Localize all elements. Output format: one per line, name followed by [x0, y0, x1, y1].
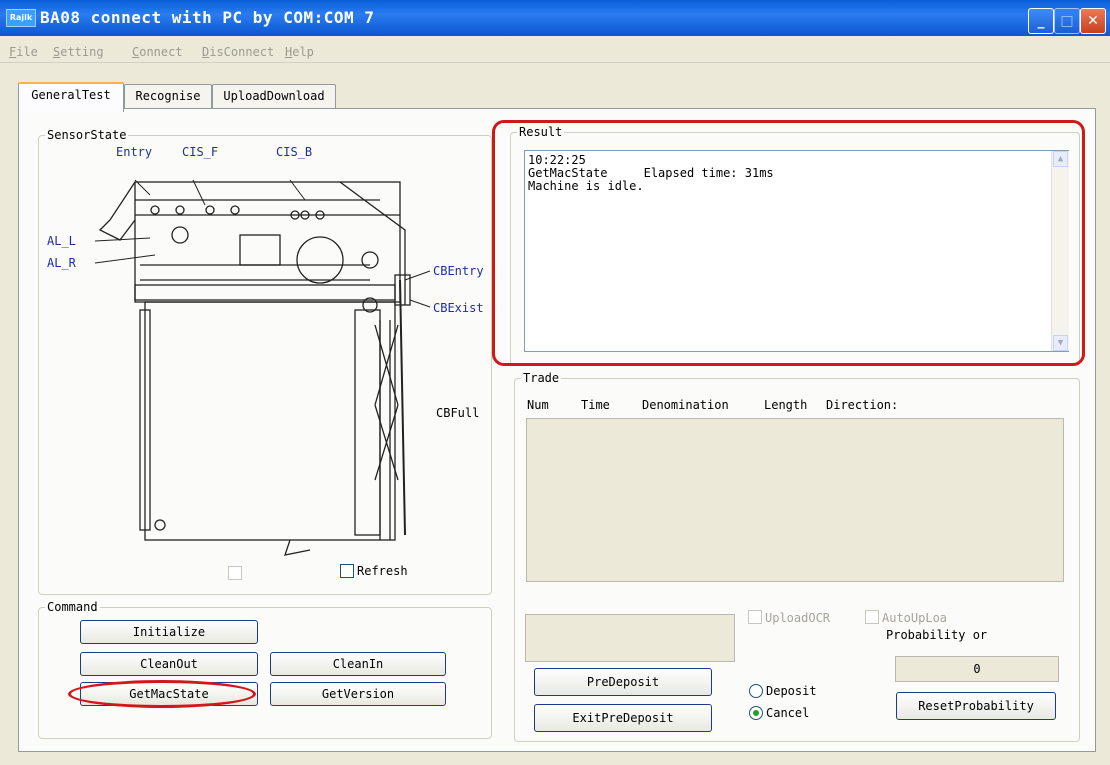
label-cb-entry: CBEntry	[433, 264, 484, 278]
col-direction: Direction:	[826, 398, 899, 412]
auto-upload-label: AutoUpLoa	[882, 611, 948, 625]
probability-label: Probability or	[886, 628, 988, 642]
col-time: Time	[581, 398, 610, 412]
menu-help[interactable]: Help	[285, 45, 314, 59]
sensor-state-label: SensorState	[45, 128, 129, 142]
predeposit-button[interactable]: PreDeposit	[534, 668, 712, 696]
label-cb-exist: CBExist	[433, 301, 484, 315]
initialize-button[interactable]: Initialize	[80, 620, 258, 644]
reset-probability-button[interactable]: ResetProbability	[896, 692, 1056, 720]
close-icon: ✕	[1087, 13, 1099, 29]
highlight-oval	[68, 680, 256, 708]
status-box	[525, 614, 735, 662]
tab-generaltest[interactable]: GeneralTest	[18, 82, 124, 112]
col-length: Length	[764, 398, 808, 412]
col-num: Num	[527, 398, 549, 412]
menu-connect[interactable]: Connect	[132, 45, 183, 59]
window-title: BA08 connect with PC by COM:COM 7	[40, 8, 375, 27]
label-cis-f: CIS_F	[182, 145, 219, 159]
radio-deposit-label: Deposit	[766, 684, 817, 698]
upload-ocr-checkbox[interactable]	[748, 610, 762, 624]
upload-ocr-label: UploadOCR	[765, 611, 831, 625]
exitpredeposit-button[interactable]: ExitPreDeposit	[534, 704, 712, 732]
radio-cancel-label: Cancel	[766, 706, 810, 720]
radio-cancel[interactable]	[749, 706, 763, 720]
maximize-button[interactable]: □	[1054, 8, 1080, 34]
tab-uploaddownload[interactable]: UploadDownload	[212, 84, 336, 109]
radio-deposit[interactable]	[749, 684, 763, 698]
machine-diagram	[94, 179, 431, 556]
menu-bar: File Setting Connect DisConnect Help	[0, 36, 1110, 63]
close-button[interactable]: ✕	[1080, 8, 1106, 34]
auto-upload-checkbox[interactable]	[865, 610, 879, 624]
minimize-button[interactable]: _	[1028, 8, 1054, 34]
label-cis-b: CIS_B	[276, 145, 313, 159]
probability-field[interactable]: 0	[895, 656, 1059, 682]
menu-setting[interactable]: Setting	[53, 45, 104, 59]
minimize-icon: _	[1037, 13, 1045, 29]
label-cb-full: CBFull	[436, 406, 480, 420]
label-entry: Entry	[116, 145, 153, 159]
tab-recognise[interactable]: Recognise	[124, 84, 212, 109]
col-denomination: Denomination	[642, 398, 729, 412]
radio-selected-dot	[753, 710, 759, 716]
cleanin-button[interactable]: CleanIn	[270, 652, 446, 676]
trade-list[interactable]	[526, 418, 1064, 582]
getversion-button[interactable]: GetVersion	[270, 682, 446, 706]
label-al-r: AL_R	[47, 256, 76, 270]
refresh-label: Refresh	[357, 564, 408, 578]
menu-disconnect[interactable]: DisConnect	[202, 45, 274, 59]
trade-label: Trade	[521, 371, 562, 385]
command-label: Command	[45, 600, 100, 614]
cleanout-button[interactable]: CleanOut	[80, 652, 258, 676]
maximize-icon: □	[1060, 13, 1074, 29]
app-icon: Rajlk	[6, 9, 36, 27]
refresh-checkbox[interactable]	[340, 564, 354, 578]
highlight-rectangle	[492, 120, 1085, 366]
menu-file[interactable]: File	[9, 45, 38, 59]
sensor-checkbox[interactable]	[228, 566, 242, 580]
title-bar: Rajlk BA08 connect with PC by COM:COM 7 …	[0, 0, 1110, 36]
label-al-l: AL_L	[47, 234, 76, 248]
